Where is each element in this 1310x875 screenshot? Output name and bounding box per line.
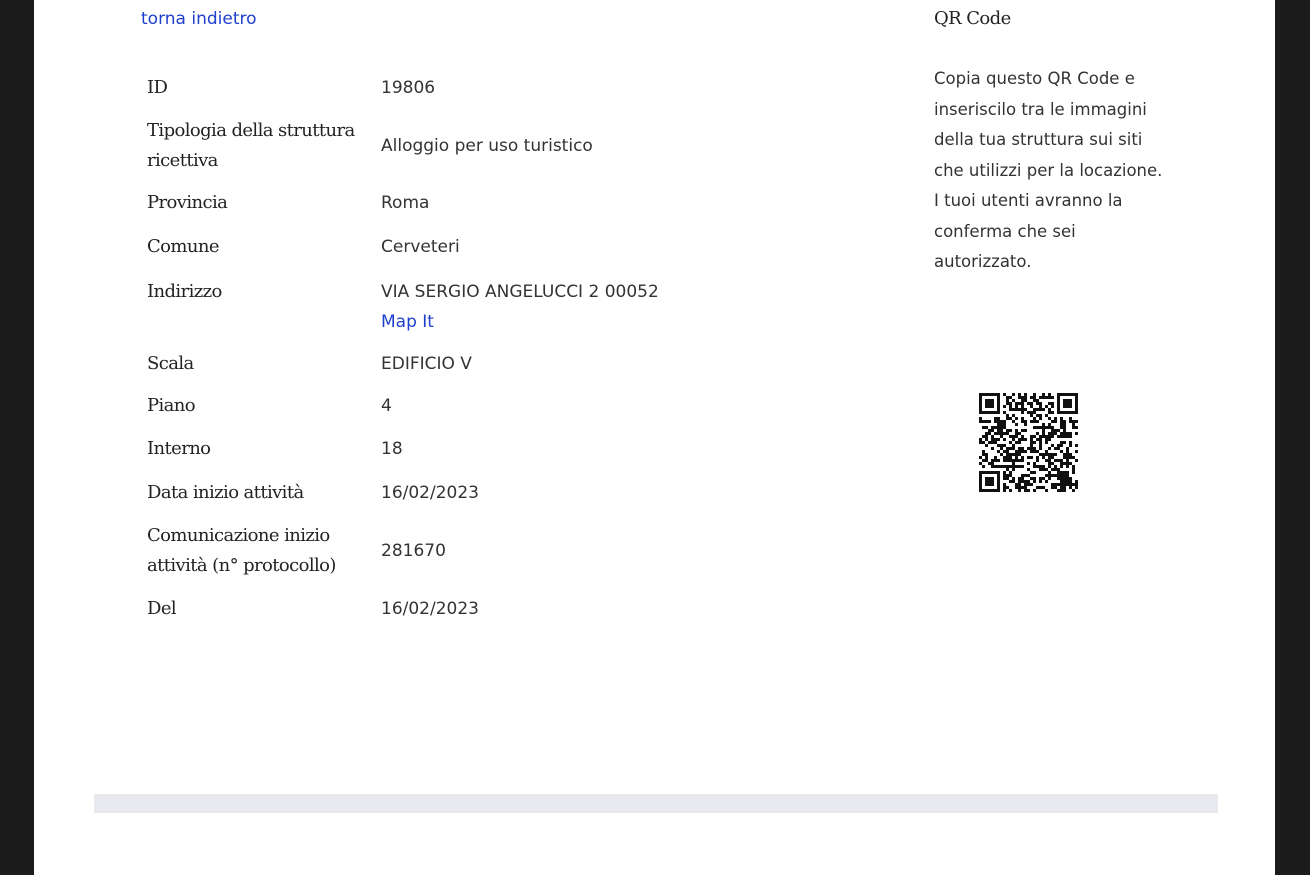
detail-value: Alloggio per uso turistico <box>381 135 593 156</box>
detail-label: Provincia <box>147 192 228 213</box>
detail-value: 16/02/2023 <box>381 482 479 503</box>
qr-code-image <box>974 388 1084 498</box>
detail-value: 19806 <box>381 78 436 98</box>
detail-label: Indirizzo <box>147 281 222 302</box>
detail-value: Roma <box>381 193 430 213</box>
detail-row-interno: Interno 18 <box>147 427 747 470</box>
detail-label: Tipologia della struttura ricettiva <box>147 119 355 171</box>
detail-value: EDIFICIO V <box>381 353 472 374</box>
qr-code-title: QR Code <box>934 8 1011 29</box>
detail-value: 4 <box>381 396 392 416</box>
detail-row-provincia: Provincia Roma <box>147 181 747 225</box>
footer-bar <box>94 794 1218 813</box>
back-link[interactable]: torna indietro <box>141 9 257 29</box>
detail-value: Cerveteri <box>381 236 460 257</box>
detail-value: 281670 <box>381 541 446 561</box>
detail-value: 18 <box>381 438 403 459</box>
address-text: VIA SERGIO ANGELUCCI 2 00052 <box>381 282 659 302</box>
detail-label: Piano <box>147 395 196 416</box>
detail-label: Comune <box>147 235 220 257</box>
detail-row-comune: Comune Cerveteri <box>147 225 747 268</box>
qr-code-description: Copia questo QR Code e inseriscilo tra l… <box>934 69 1163 271</box>
detail-value-address: VIA SERGIO ANGELUCCI 2 00052 Map It <box>381 268 747 342</box>
detail-label: Interno <box>147 437 211 459</box>
detail-row-piano: Piano 4 <box>147 385 747 427</box>
structure-details-table: ID 19806 Tipologia della struttura ricet… <box>147 66 747 631</box>
map-it-link[interactable]: Map It <box>381 307 434 337</box>
detail-label: ID <box>147 77 168 98</box>
detail-label: Del <box>147 598 177 619</box>
detail-row-id: ID 19806 <box>147 66 747 110</box>
detail-label: Scala <box>147 352 194 374</box>
detail-value: 16/02/2023 <box>381 599 479 619</box>
detail-row-data-inizio: Data inizio attività 16/02/2023 <box>147 470 747 515</box>
detail-row-scala: Scala EDIFICIO V <box>147 342 747 385</box>
detail-label: Data inizio attività <box>147 481 304 503</box>
page-content: torna indietro ID 19806 Tipologia della … <box>34 0 1275 875</box>
detail-row-indirizzo: Indirizzo VIA SERGIO ANGELUCCI 2 00052 M… <box>147 268 747 342</box>
detail-label: Comunicazione inizio attività (n° protoc… <box>147 525 336 576</box>
detail-row-protocollo: Comunicazione inizio attività (n° protoc… <box>147 515 747 587</box>
detail-row-tipologia: Tipologia della struttura ricettiva Allo… <box>147 110 747 181</box>
detail-row-del: Del 16/02/2023 <box>147 587 747 631</box>
